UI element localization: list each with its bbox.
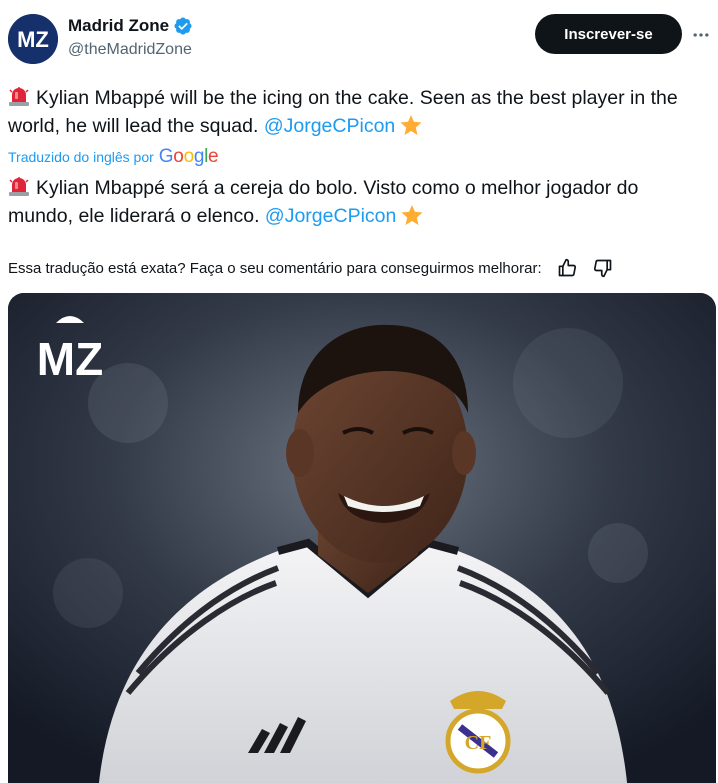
author-display-name[interactable]: Madrid Zone (68, 16, 169, 36)
real-madrid-crest-icon: CF (445, 691, 511, 774)
tweet-translated-text: Kylian Mbappé será a cereja do bolo. Vis… (8, 174, 708, 230)
star-emoji-icon (400, 115, 422, 135)
thumbs-down-icon[interactable] (592, 257, 614, 279)
player-photo: CF MZ (8, 293, 716, 783)
google-logo-icon: Google (158, 146, 219, 167)
mz-logo-icon: MZ (8, 14, 58, 64)
tweet-card: MZ Madrid Zone @theMadridZone Inscrever-… (0, 0, 718, 783)
avatar-text: MZ (17, 27, 49, 52)
translated-by-label: Traduzido do inglês por (8, 149, 154, 165)
siren-emoji-icon (9, 177, 29, 196)
original-mention-link[interactable]: @JorgeCPicon (264, 115, 395, 137)
follow-button[interactable]: Inscrever-se (535, 14, 682, 54)
feedback-question: Essa tradução está exata? Faça o seu com… (8, 259, 542, 277)
author-avatar[interactable]: MZ (8, 14, 58, 64)
verified-badge-icon (174, 17, 192, 35)
tweet-original-text: Kylian Mbappé will be the icing on the c… (8, 84, 708, 140)
translation-feedback: Essa tradução está exata? Faça o seu com… (8, 257, 708, 279)
author-name-row[interactable]: Madrid Zone (68, 16, 193, 36)
svg-text:CF: CF (465, 732, 492, 754)
translation-attribution[interactable]: Traduzido do inglês por Google (8, 146, 219, 168)
tweet-media-image[interactable]: CF MZ (8, 293, 716, 783)
siren-emoji-icon (9, 87, 29, 106)
media-watermark-text: MZ (37, 333, 103, 385)
more-options-icon[interactable] (688, 22, 714, 48)
author-handle[interactable]: @theMadridZone (68, 41, 192, 59)
translated-mention-link[interactable]: @JorgeCPicon (265, 205, 396, 227)
thumbs-up-icon[interactable] (556, 257, 578, 279)
star-emoji-icon (401, 205, 423, 225)
